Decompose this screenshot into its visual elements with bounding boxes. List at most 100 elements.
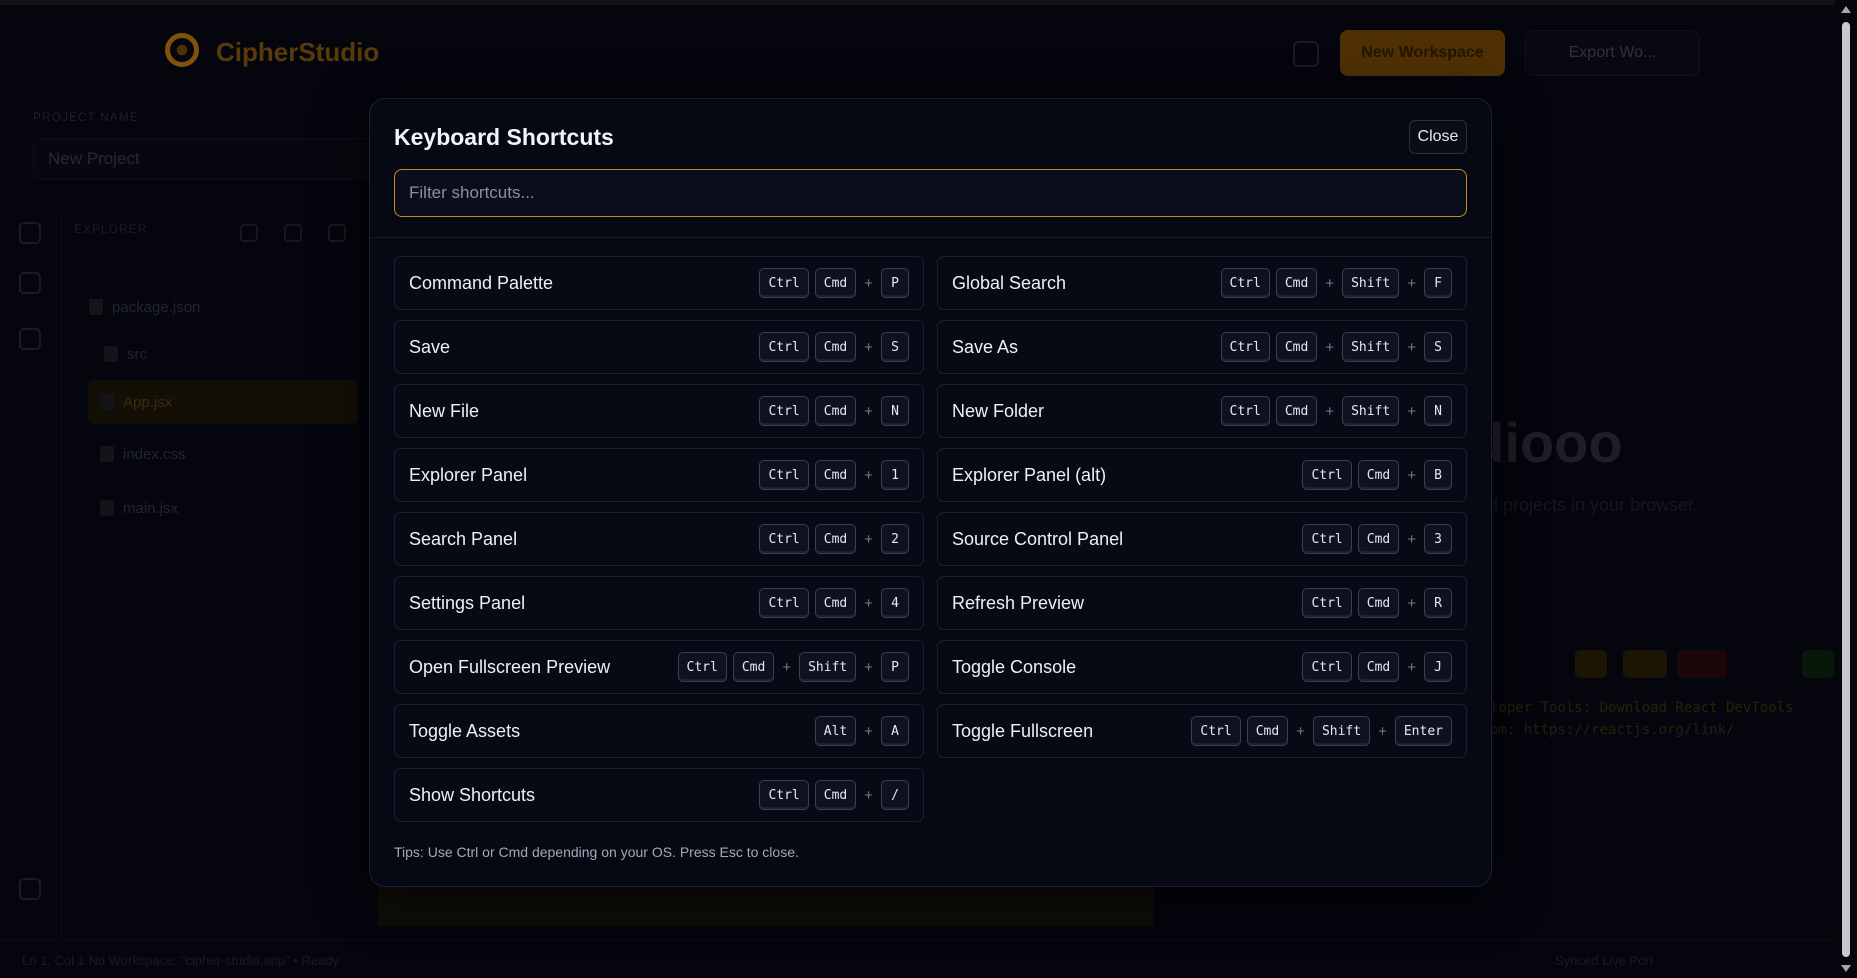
keycap: P: [881, 652, 909, 682]
close-button[interactable]: Close: [1409, 120, 1467, 154]
keycap: Ctrl: [1220, 396, 1270, 426]
plus-separator: +: [1325, 402, 1335, 420]
keycap: 3: [1424, 524, 1452, 554]
keycap: Cmd: [814, 460, 857, 490]
shortcut-row: Command Palette Ctrl Cmd + P: [394, 256, 924, 310]
scroll-up-arrow-icon[interactable]: [1841, 6, 1851, 13]
plus-separator: +: [1325, 338, 1335, 356]
plus-separator: +: [864, 658, 873, 676]
key-combo: Ctrl Cmd + /: [759, 780, 909, 810]
shortcut-label: Global Search: [952, 272, 1067, 293]
key-combo: Alt + A: [814, 716, 909, 746]
plus-separator: +: [1296, 722, 1305, 740]
keycap: B: [1424, 460, 1452, 490]
key-combo: Ctrl Cmd + Shift + S: [1220, 332, 1452, 362]
dialog-title: Keyboard Shortcuts: [394, 124, 614, 150]
scroll-down-arrow-icon[interactable]: [1841, 965, 1851, 972]
plus-separator: +: [864, 594, 873, 612]
key-combo: Ctrl Cmd +4: [759, 588, 909, 618]
shortcut-label: Save: [409, 336, 451, 357]
plus-separator: +: [1407, 274, 1416, 292]
key-combo: Ctrl Cmd + S: [759, 332, 909, 362]
key-combo: Ctrl Cmd +3: [1302, 524, 1452, 554]
keycap: Ctrl: [1220, 268, 1270, 298]
keycap: Shift: [1342, 396, 1400, 426]
plus-separator: +: [864, 402, 873, 420]
shortcut-label: Command Palette: [409, 272, 554, 293]
keycap: Cmd: [814, 268, 857, 298]
keycap: Cmd: [814, 780, 857, 810]
plus-separator: +: [864, 274, 873, 292]
plus-separator: +: [864, 466, 873, 484]
keycap: S: [1424, 332, 1452, 362]
keycap: Ctrl: [759, 588, 809, 618]
shortcut-label: Toggle Fullscreen: [952, 720, 1094, 741]
keycap: Shift: [799, 652, 857, 682]
keycap: Ctrl: [1302, 652, 1352, 682]
plus-separator: +: [1378, 722, 1387, 740]
keycap: 1: [881, 460, 909, 490]
shortcut-row: Refresh Preview Ctrl Cmd + R: [937, 576, 1467, 630]
keycap: Cmd: [1275, 332, 1318, 362]
shortcut-row: Source Control Panel Ctrl Cmd +3: [937, 512, 1467, 566]
plus-separator: +: [782, 658, 792, 676]
keycap: Ctrl: [759, 268, 809, 298]
plus-separator: +: [1407, 658, 1416, 676]
keycap: /: [881, 780, 909, 810]
shortcut-label: New Folder: [952, 400, 1045, 421]
keycap: Alt: [814, 716, 857, 746]
keycap: N: [1424, 396, 1452, 426]
shortcut-list: Command Palette Ctrl Cmd + P Global Search Ctr…: [394, 256, 1467, 822]
key-combo: Ctrl Cmd + Shift + P: [677, 652, 909, 682]
plus-separator: +: [1325, 274, 1335, 292]
keycap: Ctrl: [759, 524, 809, 554]
shortcut-row: Toggle Console Ctrl Cmd + J: [937, 640, 1467, 694]
plus-separator: +: [864, 530, 873, 548]
keycap: 4: [881, 588, 909, 618]
scrollbar[interactable]: [1835, 0, 1857, 978]
shortcut-row: Global Search Ctrl Cmd + Shift + F: [937, 256, 1467, 310]
shortcut-label: Source Control Panel: [952, 528, 1124, 549]
keycap: Ctrl: [677, 652, 727, 682]
keycap: S: [881, 332, 909, 362]
shortcut-row: Save Ctrl Cmd + S: [394, 320, 924, 374]
filter-shortcuts-input[interactable]: [394, 169, 1467, 217]
keycap: Cmd: [1357, 588, 1400, 618]
shortcut-row: Toggle Fullscreen Ctrl Cmd + Shift + Enter: [937, 704, 1467, 758]
shortcut-label: New File: [409, 400, 480, 421]
keycap: Ctrl: [1191, 716, 1241, 746]
keycap: Ctrl: [759, 396, 809, 426]
keycap: J: [1424, 652, 1452, 682]
tips-text: Tips: Use Ctrl or Cmd depending on your …: [394, 844, 799, 860]
keycap: A: [881, 716, 909, 746]
shortcut-row: New File Ctrl Cmd + N: [394, 384, 924, 438]
key-combo: Ctrl Cmd + Shift + N: [1220, 396, 1452, 426]
shortcut-label: Toggle Assets: [409, 720, 521, 741]
keycap: Ctrl: [759, 780, 809, 810]
keycap: 2: [881, 524, 909, 554]
keycap: Cmd: [1275, 268, 1318, 298]
shortcut-row: Save As Ctrl Cmd + Shift + S: [937, 320, 1467, 374]
keycap: Cmd: [1246, 716, 1289, 746]
shortcut-label: Toggle Console: [952, 656, 1077, 677]
keycap: Cmd: [1357, 652, 1400, 682]
keycap: Ctrl: [759, 460, 809, 490]
shortcut-row: Open Fullscreen Preview Ctrl Cmd + Shift + P: [394, 640, 924, 694]
keycap: R: [1424, 588, 1452, 618]
plus-separator: +: [864, 786, 873, 804]
shortcut-label: Open Fullscreen Preview: [409, 656, 611, 677]
scrollbar-thumb[interactable]: [1842, 22, 1850, 957]
key-combo: Ctrl Cmd + R: [1302, 588, 1452, 618]
keycap: F: [1424, 268, 1452, 298]
key-combo: Ctrl Cmd + Shift + F: [1220, 268, 1452, 298]
keycap: Ctrl: [1220, 332, 1270, 362]
keycap: Ctrl: [1302, 524, 1352, 554]
keycap: N: [881, 396, 909, 426]
keycap: Enter: [1394, 716, 1452, 746]
shortcuts-dialog: Keyboard Shortcuts Close Command Palette…: [369, 98, 1492, 887]
keycap: Ctrl: [1302, 588, 1352, 618]
shortcut-label: Explorer Panel: [409, 464, 528, 485]
shortcut-label: Show Shortcuts: [409, 784, 536, 805]
key-combo: Ctrl Cmd +2: [759, 524, 909, 554]
shortcut-label: Save As: [952, 336, 1019, 357]
